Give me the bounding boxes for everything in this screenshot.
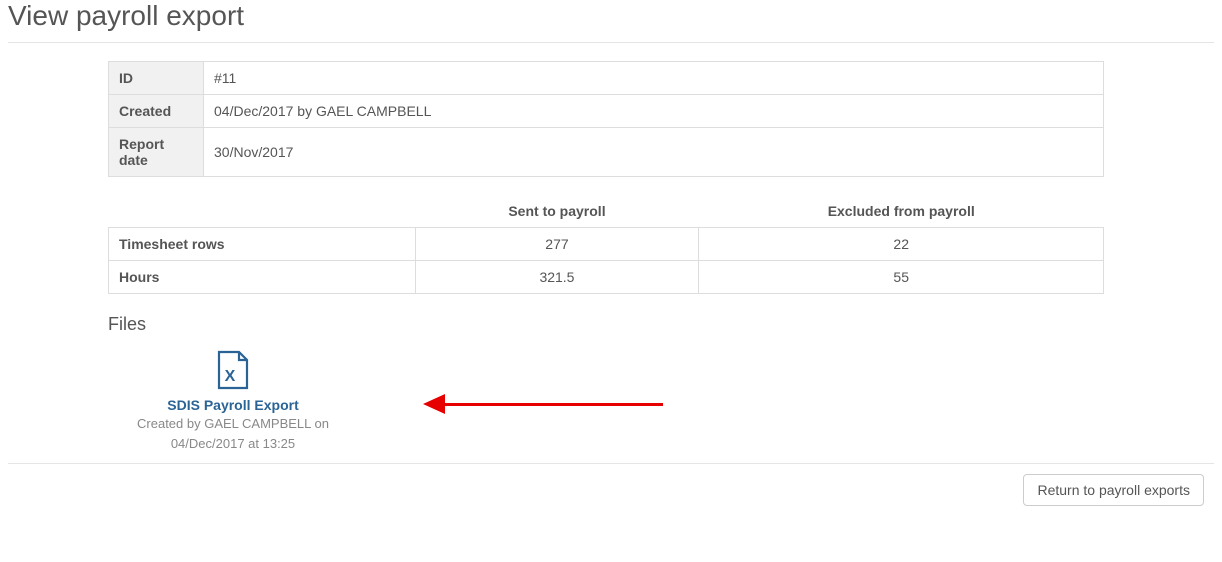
page-title: View payroll export (8, 0, 1214, 42)
excel-file-icon: X (215, 350, 251, 393)
divider (8, 463, 1214, 464)
stats-row-hours-sent: 321.5 (415, 261, 699, 294)
file-download-link[interactable]: SDIS Payroll Export (108, 397, 358, 413)
file-meta-line1: Created by GAEL CAMPBELL on (108, 415, 358, 433)
info-id-value: #11 (204, 62, 1104, 95)
info-id-label: ID (109, 62, 204, 95)
stats-row-timesheet-sent: 277 (415, 228, 699, 261)
stats-row-hours-excluded: 55 (699, 261, 1104, 294)
stats-row-hours-label: Hours (109, 261, 416, 294)
info-report-date-value: 30/Nov/2017 (204, 128, 1104, 177)
info-created-label: Created (109, 95, 204, 128)
table-row: Report date 30/Nov/2017 (109, 128, 1104, 177)
file-item: X SDIS Payroll Export Created by GAEL CA… (108, 345, 358, 463)
info-report-date-label: Report date (109, 128, 204, 177)
stats-col-excluded: Excluded from payroll (699, 197, 1104, 228)
svg-text:X: X (225, 368, 236, 385)
info-table: ID #11 Created 04/Dec/2017 by GAEL CAMPB… (108, 61, 1104, 177)
stats-row-timesheet-excluded: 22 (699, 228, 1104, 261)
main-content: ID #11 Created 04/Dec/2017 by GAEL CAMPB… (108, 61, 1104, 415)
info-created-value: 04/Dec/2017 by GAEL CAMPBELL (204, 95, 1104, 128)
table-row: Created 04/Dec/2017 by GAEL CAMPBELL (109, 95, 1104, 128)
table-row: ID #11 (109, 62, 1104, 95)
stats-empty-header (109, 197, 416, 228)
stats-row-timesheet-label: Timesheet rows (109, 228, 416, 261)
files-heading: Files (108, 314, 1104, 335)
arrow-line (443, 403, 663, 406)
return-button[interactable]: Return to payroll exports (1023, 474, 1204, 506)
table-row: Hours 321.5 55 (109, 261, 1104, 294)
annotation-arrow (423, 395, 1104, 415)
footer: Return to payroll exports (8, 474, 1214, 506)
stats-col-sent: Sent to payroll (415, 197, 699, 228)
divider (8, 42, 1214, 43)
stats-table: Sent to payroll Excluded from payroll Ti… (108, 197, 1104, 294)
table-row: Sent to payroll Excluded from payroll (109, 197, 1104, 228)
arrow-head-icon (423, 394, 445, 414)
table-row: Timesheet rows 277 22 (109, 228, 1104, 261)
file-meta-line2: 04/Dec/2017 at 13:25 (108, 435, 358, 453)
